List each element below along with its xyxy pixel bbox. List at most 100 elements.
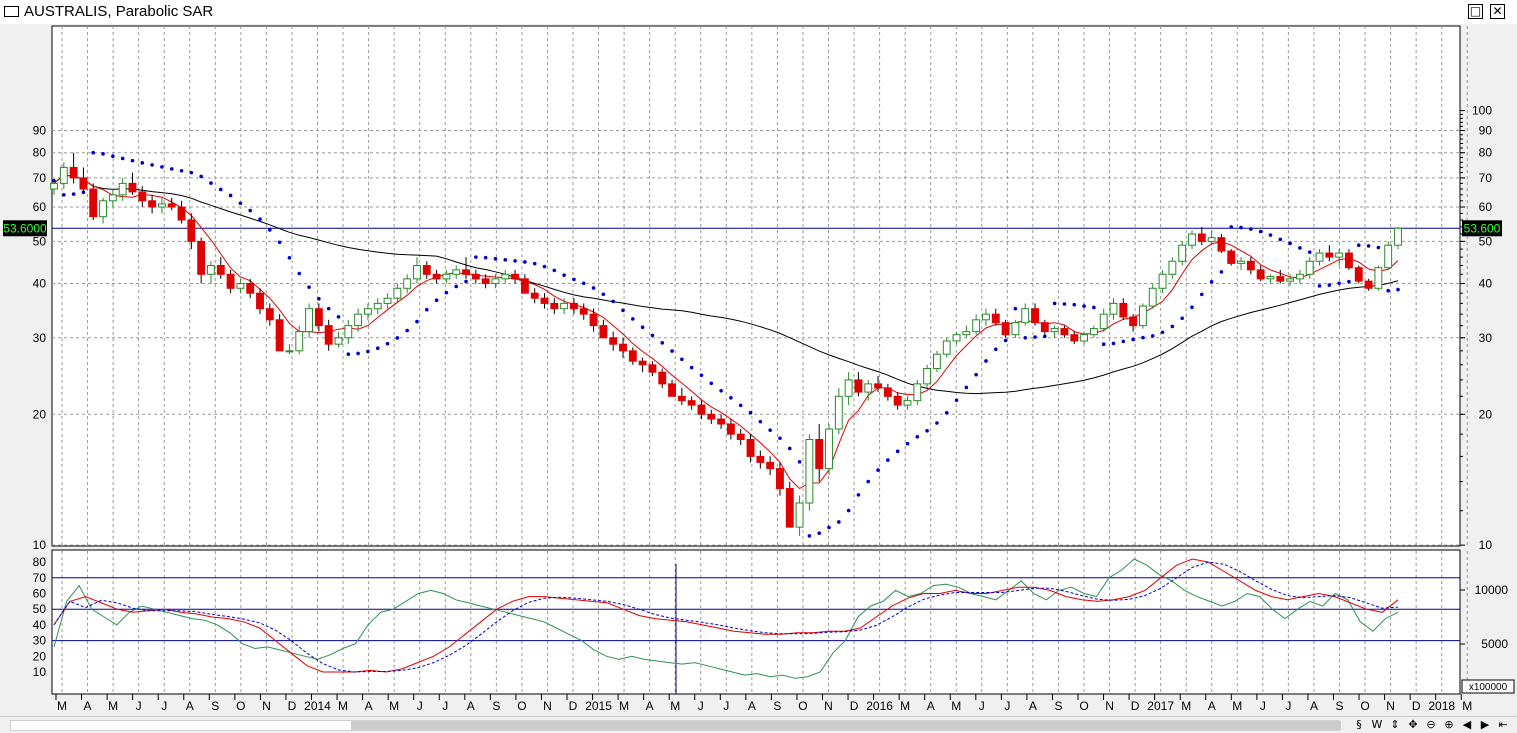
chart-control-5[interactable]: ⊕ — [1442, 718, 1456, 732]
chart-control-2[interactable]: ⇕ — [1388, 718, 1402, 732]
sar-dot — [405, 328, 409, 333]
candle-body — [1295, 273, 1304, 280]
x-tick-label: J — [136, 699, 142, 713]
sar-dot — [817, 531, 821, 536]
candle-body — [1158, 273, 1167, 289]
candle-body — [962, 331, 971, 336]
candle-body — [1197, 233, 1206, 242]
x-tick-label: D — [569, 699, 578, 713]
sar-dot — [1366, 244, 1371, 248]
sar-dot — [1101, 342, 1106, 346]
candle-body — [756, 455, 765, 463]
candle-body — [246, 283, 255, 294]
window-title: AUSTRALIS, Parabolic SAR — [24, 3, 214, 20]
horizontal-scrollbar[interactable] — [10, 720, 1341, 731]
sar-dot — [81, 190, 86, 195]
candle-body — [785, 487, 794, 528]
sar-dot — [1219, 270, 1224, 274]
candle-body — [236, 283, 245, 289]
sar-dot — [52, 178, 56, 183]
candle-body — [1070, 334, 1079, 342]
candle-body — [471, 273, 480, 280]
chart-control-8[interactable]: ⇤ — [1496, 718, 1510, 732]
x-tick-label: J — [723, 699, 729, 713]
candle-body — [815, 439, 824, 470]
close-button[interactable]: ✕ — [1490, 4, 1505, 19]
chart-control-6[interactable]: ◀ — [1460, 718, 1474, 732]
candle-body — [1021, 308, 1030, 324]
chart-control-0[interactable]: § — [1352, 718, 1366, 732]
candle-body — [570, 302, 578, 310]
lower-tick-label-left: 20 — [33, 649, 47, 663]
candle-body — [530, 292, 539, 299]
sar-dot — [729, 396, 733, 400]
candle-body — [1207, 237, 1216, 242]
lower-tick-label-left: 60 — [33, 587, 47, 601]
sar-dot — [1013, 306, 1018, 311]
candle-body — [1129, 316, 1138, 327]
sar-dot — [699, 373, 704, 378]
candle-body — [99, 200, 107, 218]
maximize-button[interactable]: □ — [1468, 4, 1483, 19]
sar-dot — [1160, 330, 1165, 335]
candle-body — [1080, 334, 1089, 342]
candle-body — [344, 325, 353, 339]
sar-dot — [1268, 233, 1273, 237]
lower-tick-label-left: 30 — [33, 634, 47, 648]
x-tick-label: J — [1285, 699, 1291, 713]
candle-body — [942, 340, 951, 355]
candle-body — [1345, 252, 1353, 269]
y-tick-label-left: 30 — [33, 331, 47, 345]
scrollbar-thumb[interactable] — [351, 721, 1341, 730]
sar-dot — [581, 281, 586, 286]
chart-control-4[interactable]: ⊖ — [1424, 718, 1438, 732]
x-tick-label: S — [211, 699, 219, 713]
candle-body — [1384, 244, 1393, 269]
chart-control-1[interactable]: W — [1370, 718, 1384, 732]
chart-area[interactable]: 1020304050607080901020304050607080901005… — [0, 24, 1517, 716]
sar-dot — [856, 493, 861, 497]
sar-dot — [1396, 287, 1400, 292]
sar-dot — [228, 193, 233, 198]
sar-dot — [562, 273, 566, 277]
sar-dot — [1288, 241, 1292, 246]
sar-dot — [1043, 334, 1047, 339]
x-tick-label: S — [1054, 699, 1062, 713]
sar-dot — [336, 315, 341, 319]
chart-control-7[interactable]: ▶ — [1478, 718, 1492, 732]
x-tick-label: A — [1029, 699, 1037, 713]
candle-body — [393, 287, 402, 299]
candle-body — [1364, 280, 1373, 289]
sar-dot — [493, 256, 498, 261]
x-tick-label: S — [773, 699, 781, 713]
chart-control-3[interactable]: ✥ — [1406, 718, 1420, 732]
price-panel — [51, 25, 1461, 547]
sar-dot — [807, 534, 812, 538]
candle-body — [1227, 250, 1236, 264]
sar-dot — [1249, 227, 1253, 231]
x-tick-label: A — [927, 699, 935, 713]
x-tick-label: J — [979, 699, 985, 713]
sar-dot — [925, 428, 929, 433]
last-price-label-right: 53.600 — [1464, 221, 1501, 235]
sar-dot — [768, 428, 772, 432]
sar-dot — [993, 347, 998, 352]
candle-body — [1060, 328, 1069, 336]
sar-dot — [1209, 280, 1214, 284]
x-tick-label: N — [262, 699, 271, 713]
candle-body — [599, 325, 608, 339]
sar-dot — [179, 168, 184, 173]
sar-dot — [837, 520, 841, 524]
x-tick-label: D — [288, 699, 297, 713]
candle-body — [658, 371, 667, 385]
x-tick-label: N — [1105, 699, 1114, 713]
candle-body — [952, 334, 961, 342]
x-tick-label: A — [1310, 699, 1318, 713]
sar-dot — [1003, 338, 1008, 343]
sar-dot — [209, 181, 213, 185]
candle-body — [432, 273, 441, 280]
candle-body — [1040, 322, 1049, 333]
candle-body — [550, 302, 559, 310]
sar-dot — [120, 156, 125, 161]
window-titlebar: AUSTRALIS, Parabolic SAR □ ✕ — [0, 0, 1517, 25]
